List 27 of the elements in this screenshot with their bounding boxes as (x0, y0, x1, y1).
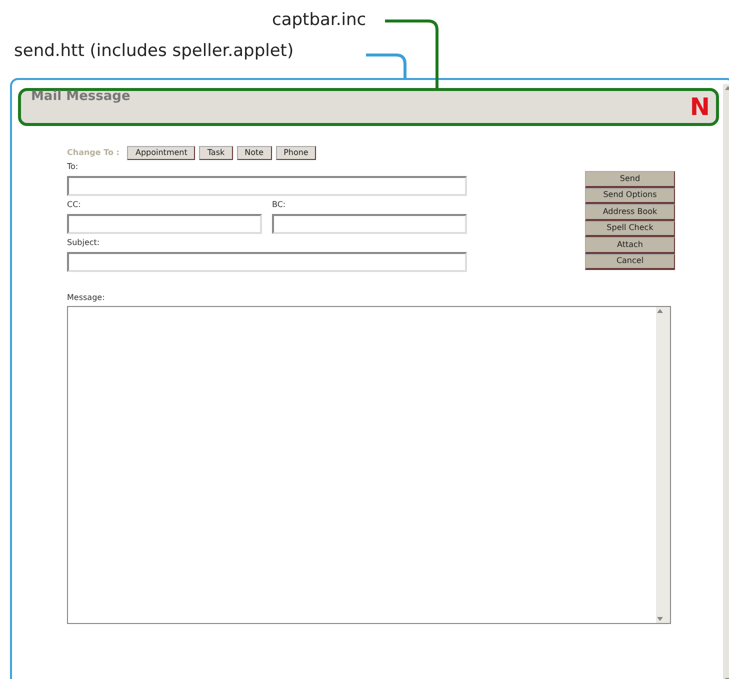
callout-label: send.htt (includes speller.applet) (14, 43, 294, 60)
action-button[interactable]: Address Book (585, 204, 675, 220)
action-button[interactable]: Cancel (585, 254, 675, 270)
action-button[interactable]: Send Options (585, 188, 675, 204)
input-field[interactable] (272, 214, 467, 234)
type-button[interactable]: Appointment (127, 146, 196, 160)
window-title: Mail Message (31, 90, 130, 103)
scroll-up-icon[interactable] (656, 306, 664, 315)
action-button[interactable]: Attach (585, 237, 675, 254)
callout-label: captbar.inc (272, 12, 366, 29)
action-button[interactable]: Send (585, 171, 675, 188)
field-label: To: (67, 162, 80, 171)
type-button[interactable]: Note (236, 146, 272, 160)
message-field[interactable] (67, 306, 671, 624)
field-label: CC: (67, 200, 82, 209)
type-button[interactable]: Phone (276, 146, 316, 160)
type-button[interactable]: Task (199, 146, 233, 160)
input-field[interactable] (67, 214, 262, 234)
input-field[interactable] (67, 252, 467, 272)
field-label: Message: (67, 294, 106, 302)
field-label: BC: (272, 200, 287, 209)
action-button[interactable]: Spell Check (585, 220, 675, 237)
logo: N (690, 95, 710, 119)
scroll-down-icon[interactable] (656, 614, 664, 623)
change-to-label: Change To : (67, 146, 120, 159)
field-label: Subject: (67, 238, 101, 247)
input-field[interactable] (67, 176, 467, 196)
